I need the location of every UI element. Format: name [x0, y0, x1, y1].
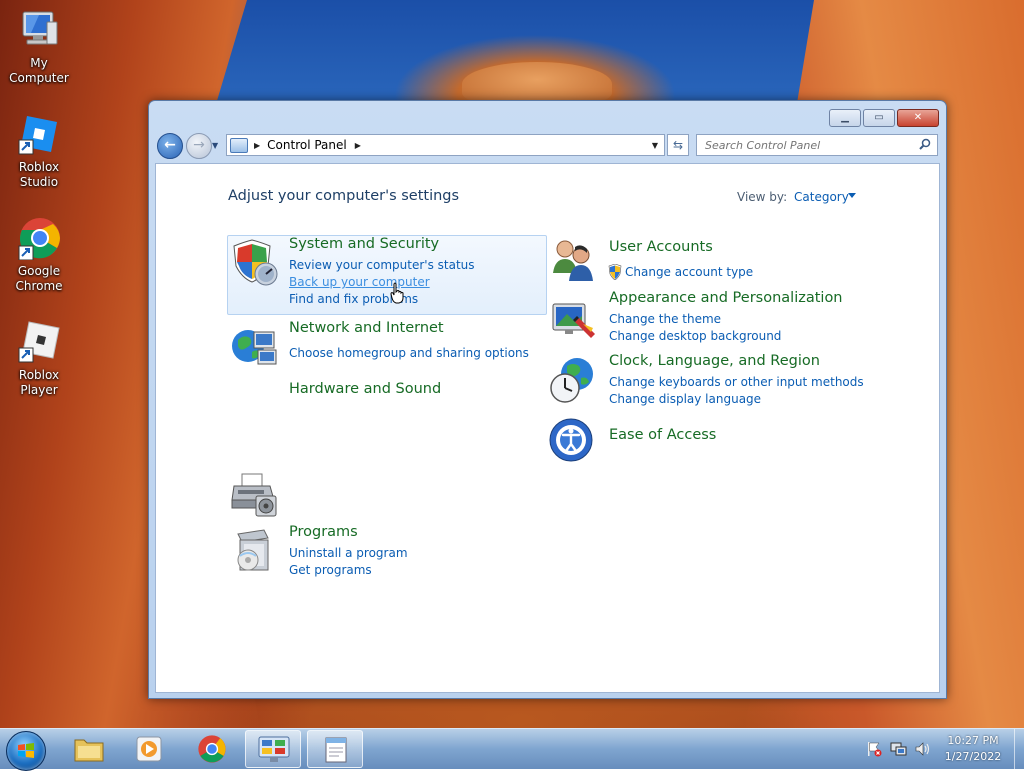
link-review-status[interactable]: Review your computer's status	[289, 258, 475, 272]
forward-button[interactable]: →	[186, 133, 212, 159]
arrow-left-icon: ←	[164, 137, 176, 153]
back-button[interactable]: ←	[157, 133, 183, 159]
category-title[interactable]: Clock, Language, and Region	[609, 353, 820, 369]
content-pane: Adjust your computer's settings View by:…	[155, 163, 940, 693]
category-title[interactable]: Appearance and Personalization	[609, 290, 843, 306]
clock-time: 10:27 PM	[947, 734, 999, 747]
show-desktop-button[interactable]	[1014, 729, 1024, 769]
close-button[interactable]: ✕	[897, 109, 939, 127]
link-change-display-language[interactable]: Change display language	[609, 392, 761, 406]
network-icon[interactable]	[230, 322, 278, 370]
taskbar: 10:27 PM 1/27/2022	[0, 728, 1024, 771]
printer-icon[interactable]	[230, 470, 278, 518]
search-icon[interactable]	[919, 138, 931, 150]
action-center-flag-icon[interactable]	[866, 741, 882, 757]
arrow-right-icon: →	[193, 137, 205, 153]
chevron-down-icon[interactable]	[848, 193, 856, 198]
category-title[interactable]: User Accounts	[609, 239, 713, 255]
clock-globe-icon[interactable]	[549, 356, 597, 404]
category-title[interactable]: Programs	[289, 524, 358, 540]
users-icon[interactable]	[549, 235, 597, 283]
taskbar-notepad[interactable]	[307, 730, 363, 768]
minimize-button[interactable]: ▁	[829, 109, 861, 127]
breadcrumb-control-panel[interactable]: Control Panel	[267, 138, 347, 152]
programs-icon[interactable]	[230, 526, 278, 574]
page-title: Adjust your computer's settings	[228, 188, 460, 204]
ease-of-access-icon[interactable]	[549, 418, 597, 466]
link-change-desktop-background[interactable]: Change desktop background	[609, 329, 781, 343]
view-by-label: View by:	[737, 190, 788, 204]
control-panel-icon	[230, 137, 248, 153]
notepad-icon	[325, 737, 347, 763]
volume-icon[interactable]	[914, 741, 932, 757]
chrome-icon	[198, 735, 226, 763]
chrome-icon	[17, 216, 61, 261]
system-clock[interactable]: 10:27 PM 1/27/2022	[940, 733, 1006, 765]
link-back-up-computer[interactable]: Back up your computer	[289, 275, 430, 289]
breadcrumb-chevron-icon[interactable]: ▶	[254, 141, 260, 150]
category-title[interactable]: Ease of Access	[609, 427, 716, 443]
refresh-button[interactable]: ⇆	[667, 134, 689, 156]
uac-shield-icon	[608, 264, 622, 280]
refresh-icon: ⇆	[672, 138, 684, 152]
media-player-icon	[136, 736, 162, 762]
category-title[interactable]: System and Security	[289, 236, 439, 252]
breadcrumb-chevron-icon[interactable]: ▶	[355, 141, 361, 150]
network-status-icon[interactable]	[890, 741, 908, 757]
desktop-icon-label: Roblox Player	[18, 368, 60, 397]
shield-icon[interactable]	[230, 238, 278, 286]
link-change-keyboards[interactable]: Change keyboards or other input methods	[609, 375, 864, 389]
link-homegroup-sharing[interactable]: Choose homegroup and sharing options	[289, 346, 529, 360]
roblox-studio-icon	[17, 112, 61, 156]
window-controls: ▁ ▭ ✕	[829, 109, 939, 127]
desktop-icon-roblox-player[interactable]: Roblox Player	[0, 320, 79, 398]
windows-logo-icon	[18, 743, 34, 758]
address-dropdown-icon[interactable]: ▼	[652, 141, 658, 150]
desktop-icon-label: My Computer	[9, 56, 69, 85]
desktop-icon-label: Google Chrome	[15, 264, 63, 293]
view-by-dropdown[interactable]: Category	[794, 190, 849, 204]
search-input[interactable]	[696, 134, 938, 156]
taskbar-media-player[interactable]	[121, 730, 177, 768]
category-title[interactable]: Network and Internet	[289, 320, 444, 336]
taskbar-explorer[interactable]	[61, 730, 117, 768]
link-uninstall-program[interactable]: Uninstall a program	[289, 546, 408, 560]
taskbar-chrome[interactable]	[184, 730, 240, 768]
desktop-icon-my-computer[interactable]: My Computer	[0, 8, 79, 86]
start-button[interactable]	[6, 731, 46, 771]
taskbar-control-panel[interactable]	[245, 730, 301, 768]
my-computer-icon	[17, 8, 61, 52]
roblox-player-icon	[17, 320, 61, 364]
link-get-programs[interactable]: Get programs	[289, 563, 372, 577]
desktop-icon-google-chrome[interactable]: Google Chrome	[0, 216, 79, 294]
control-panel-icon	[258, 736, 290, 762]
clock-date: 1/27/2022	[944, 750, 1002, 763]
link-change-theme[interactable]: Change the theme	[609, 312, 721, 326]
link-change-account-type[interactable]: Change account type	[625, 265, 753, 279]
desktop-icon-label: Roblox Studio	[18, 160, 60, 189]
desktop-icon-roblox-studio[interactable]: Roblox Studio	[0, 112, 79, 190]
recent-pages-dropdown[interactable]: ▼	[212, 141, 218, 150]
category-title[interactable]: Hardware and Sound	[289, 381, 441, 397]
folder-icon	[74, 739, 104, 762]
control-panel-window: ▁ ▭ ✕ ← → ▼ ▶ Control Panel ▶ ▼ ⇆ Adjust…	[148, 100, 947, 699]
maximize-button[interactable]: ▭	[863, 109, 895, 127]
hand-cursor-icon	[390, 282, 404, 304]
appearance-icon[interactable]	[549, 298, 597, 346]
address-bar[interactable]: ▶ Control Panel ▶ ▼	[226, 134, 665, 156]
